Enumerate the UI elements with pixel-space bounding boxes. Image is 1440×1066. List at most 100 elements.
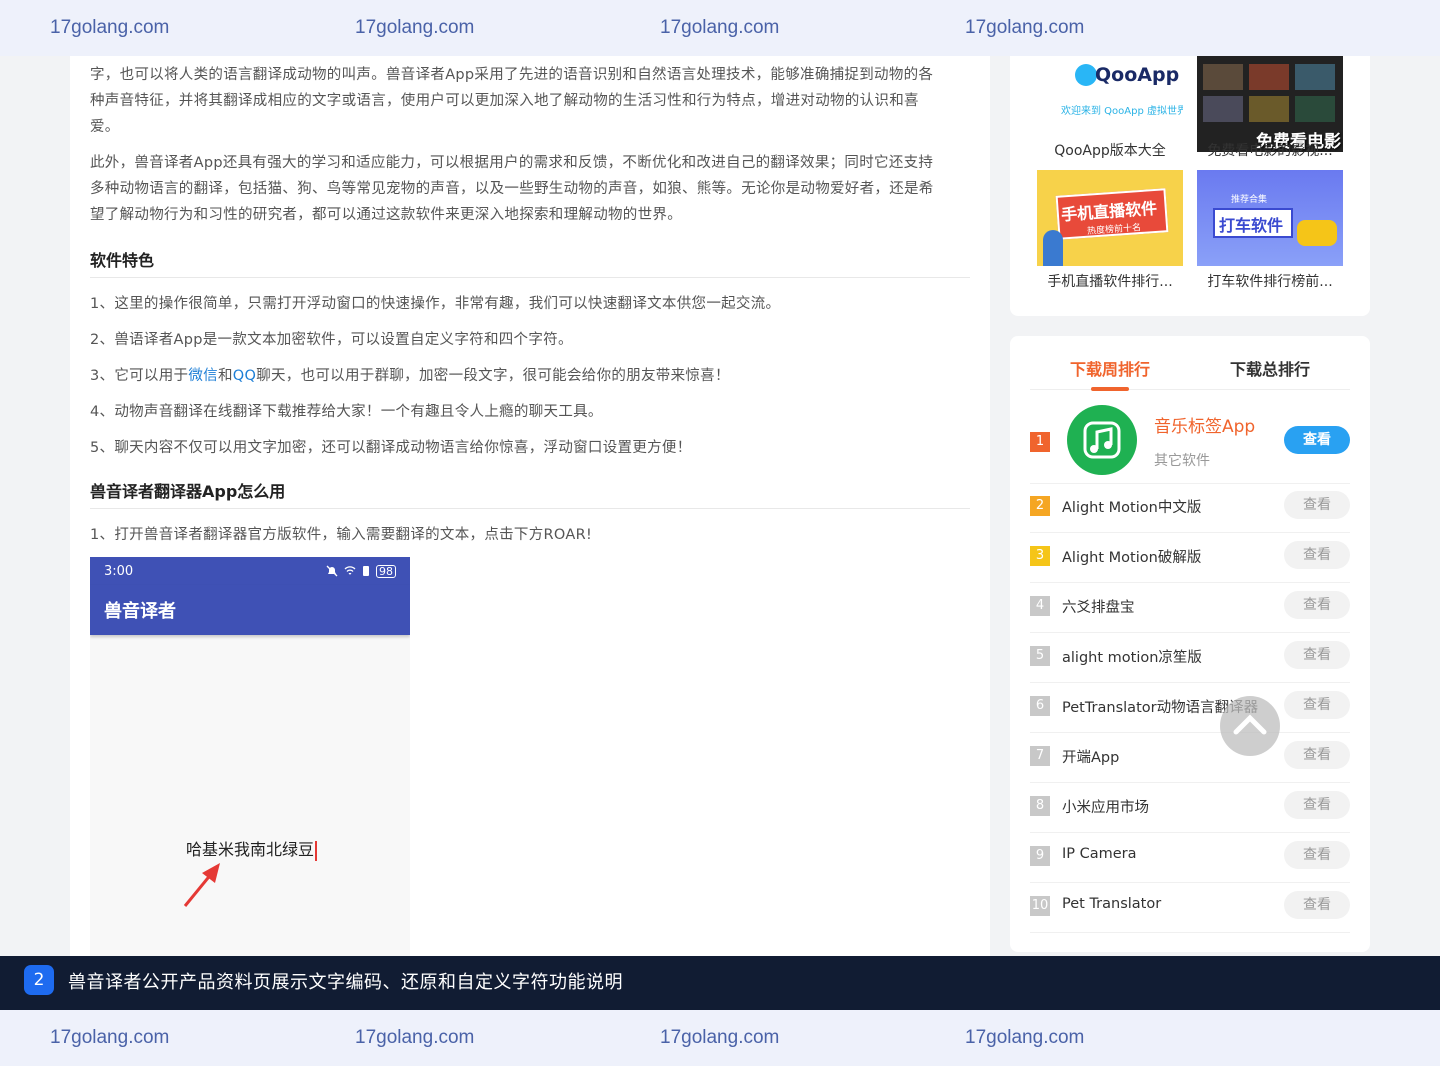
- feature-item-4: 4、动物声音翻译在线翻译下载推荐给大家！一个有趣且令人上瘾的聊天工具。: [90, 404, 603, 420]
- thumb-movies[interactable]: 免费看电影: [1197, 56, 1343, 152]
- text-caret: [315, 840, 318, 861]
- view-button[interactable]: 查看: [1284, 891, 1350, 919]
- rank-number: 7: [1030, 746, 1050, 766]
- watermark-text: 17golang.com: [355, 17, 475, 38]
- thumb-caption[interactable]: 免费看电影的影视...: [1195, 140, 1345, 160]
- features-heading: 软件特色: [90, 251, 155, 270]
- watermark-text: 17golang.com: [50, 1027, 170, 1048]
- rank-row[interactable]: 7 开端App 查看: [1030, 733, 1350, 783]
- caption-bar: 2 兽音译者公开产品资料页展示文字编码、还原和自定义字符功能说明: [0, 956, 1440, 1010]
- rank-number: 5: [1030, 646, 1050, 666]
- phone-input-text: 哈基米我南北绿豆: [186, 836, 318, 861]
- app-screenshot: 3:00 98 兽音译者 哈基米我南北绿豆: [90, 557, 410, 957]
- rank-number: 3: [1030, 546, 1050, 566]
- watermark-text: 17golang.com: [660, 17, 780, 38]
- taxi-car-illustration: [1297, 220, 1337, 246]
- rank-number: 9: [1030, 846, 1050, 866]
- watermark-text: 17golang.com: [965, 1027, 1085, 1048]
- watermark-bar-top: 17golang.com 17golang.com 17golang.com 1…: [0, 0, 1440, 56]
- watermark-bar-bottom: 17golang.com 17golang.com 17golang.com 1…: [0, 1010, 1440, 1066]
- music-app-icon: [1067, 405, 1137, 475]
- top-app-name[interactable]: 音乐标签App: [1154, 412, 1255, 437]
- movie-tile: [1203, 64, 1243, 90]
- wechat-link[interactable]: 微信: [188, 368, 218, 384]
- thumb-caption[interactable]: QooApp版本大全: [1035, 140, 1185, 160]
- rank-row-top[interactable]: 1 音乐标签App 其它软件 查看: [1030, 396, 1350, 484]
- phone-status-bar: 3:00 98: [90, 557, 410, 585]
- rank-app-name[interactable]: IP Camera: [1062, 846, 1137, 862]
- view-button[interactable]: 查看: [1284, 491, 1350, 519]
- paragraph-line: 爱。: [90, 119, 120, 135]
- rank-row[interactable]: 2 Alight Motion中文版 查看: [1030, 483, 1350, 533]
- view-button[interactable]: 查看: [1284, 841, 1350, 869]
- divider: [90, 508, 970, 509]
- thumb-live-stream[interactable]: 手机直播软件 热度榜前十名: [1037, 170, 1183, 266]
- rank-app-name[interactable]: alight motion凉笙版: [1062, 646, 1202, 667]
- rank-row[interactable]: 6 PetTranslator动物语言翻译器 查看: [1030, 683, 1350, 733]
- rank-number: 2: [1030, 496, 1050, 516]
- movie-tile: [1249, 96, 1289, 122]
- qooapp-tagline: 欢迎来到 QooApp 虚拟世界: [1061, 106, 1183, 117]
- qooapp-logo-icon: [1075, 64, 1097, 86]
- paragraph-line: 望了解动物行为和习性的研究者，都可以通过这款软件来更深入地探索和理解动物的世界。: [90, 207, 682, 223]
- feature-text: 和: [217, 368, 233, 384]
- rank-row[interactable]: 9 IP Camera 查看: [1030, 833, 1350, 883]
- wifi-icon: [344, 566, 356, 575]
- rank-row[interactable]: 8 小米应用市场 查看: [1030, 783, 1350, 833]
- rank-row[interactable]: 5 alight motion凉笙版 查看: [1030, 633, 1350, 683]
- taxi-banner-sub: 推荐合集: [1231, 195, 1268, 205]
- input-text-value: 哈基米我南北绿豆: [186, 840, 315, 859]
- rank-row[interactable]: 10 Pet Translator 查看: [1030, 883, 1350, 933]
- view-button[interactable]: 查看: [1284, 791, 1350, 819]
- music-note-icon: [1083, 421, 1121, 459]
- howto-step-1: 1、打开兽音译者翻译器官方版软件，输入需要翻译的文本，点击下方ROAR!: [90, 527, 593, 543]
- tab-total[interactable]: 下载总排行: [1230, 356, 1310, 380]
- view-button[interactable]: 查看: [1284, 741, 1350, 769]
- taxi-banner-text: 打车软件: [1219, 216, 1284, 235]
- rank-app-name[interactable]: 六爻排盘宝: [1062, 596, 1135, 617]
- tab-active-indicator: [1091, 387, 1129, 391]
- feature-item-5: 5、聊天内容不仅可以用文字加密，还可以翻译成动物语言给你惊喜，浮动窗口设置更方便…: [90, 440, 692, 456]
- thumb-taxi[interactable]: 打车软件 推荐合集: [1197, 170, 1343, 266]
- sim-icon: [363, 566, 369, 576]
- status-icons: 98: [326, 564, 396, 578]
- feature-text: 3、它可以用于: [90, 368, 189, 384]
- rank-row[interactable]: 4 六爻排盘宝 查看: [1030, 583, 1350, 633]
- rank-app-name[interactable]: Pet Translator: [1062, 896, 1161, 912]
- feature-text: 聊天，也可以用于群聊，加密一段文字，很可能会给你的朋友带来惊喜！: [256, 368, 730, 384]
- view-button[interactable]: 查看: [1284, 641, 1350, 669]
- scroll-to-top-button[interactable]: [1220, 696, 1280, 756]
- movie-tile: [1295, 64, 1335, 90]
- ranking-tabs: 下载周排行 下载总排行: [1030, 346, 1350, 390]
- feature-item-2: 2、兽语译者App是一款文本加密软件，可以设置自定义字符和四个字符。: [90, 332, 573, 348]
- caption-text: 兽音译者公开产品资料页展示文字编码、还原和自定义字符功能说明: [68, 972, 623, 993]
- feature-item-3: 3、它可以用于微信和QQ聊天，也可以用于群聊，加密一段文字，很可能会给你的朋友带…: [90, 364, 730, 385]
- view-button[interactable]: 查看: [1284, 426, 1350, 454]
- chevron-up-icon: [1233, 714, 1267, 735]
- view-button[interactable]: 查看: [1284, 591, 1350, 619]
- thumb-caption[interactable]: 手机直播软件排行...: [1035, 271, 1185, 291]
- movie-tile: [1295, 96, 1335, 122]
- article-paragraph-1: 字，也可以将人类的语言翻译成动物的叫声。兽音译者App采用了先进的语音识别和自然…: [90, 62, 970, 140]
- thumb-qooapp[interactable]: QooApp 欢迎来到 QooApp 虚拟世界: [1037, 56, 1183, 152]
- rank-app-name[interactable]: 小米应用市场: [1062, 796, 1149, 817]
- watermark-text: 17golang.com: [965, 17, 1085, 38]
- mute-icon: [326, 565, 338, 577]
- paragraph-line: 多种动物语言的翻译，包括猫、狗、鸟等常见宠物的声音，以及一些野生动物的声音，如狼…: [90, 181, 934, 197]
- rank-app-name[interactable]: 开端App: [1062, 746, 1119, 767]
- tab-weekly[interactable]: 下载周排行: [1070, 356, 1150, 380]
- qq-link[interactable]: QQ: [233, 368, 256, 384]
- rank-number: 6: [1030, 696, 1050, 716]
- rank-number: 1: [1030, 432, 1050, 452]
- arrow-annotation-icon: [183, 863, 220, 907]
- article-paragraph-2: 此外，兽音译者App还具有强大的学习和适应能力，可以根据用户的需求和反馈，不断优…: [90, 150, 970, 228]
- view-button[interactable]: 查看: [1284, 541, 1350, 569]
- view-button[interactable]: 查看: [1284, 691, 1350, 719]
- movie-tile: [1249, 64, 1289, 90]
- rank-app-name[interactable]: Alight Motion破解版: [1062, 546, 1201, 567]
- rank-row[interactable]: 3 Alight Motion破解版 查看: [1030, 533, 1350, 583]
- top-app-category: 其它软件: [1154, 453, 1210, 469]
- thumb-caption[interactable]: 打车软件排行榜前...: [1195, 271, 1345, 291]
- rank-app-name[interactable]: Alight Motion中文版: [1062, 496, 1201, 517]
- battery-icon: 98: [376, 564, 396, 578]
